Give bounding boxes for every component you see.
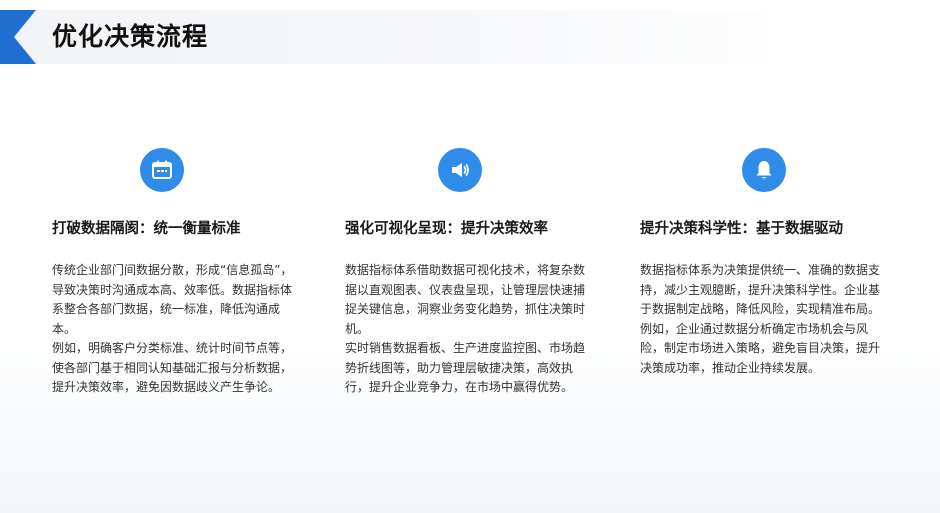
megaphone-icon [438, 148, 482, 192]
column-heading: 强化可视化呈现：提升决策效率 [345, 221, 548, 237]
body-paragraph: 数据指标体系为决策提供统一、准确的数据支持，减少主观臆断，提升决策科学性。企业基… [640, 263, 881, 316]
column-body: 传统企业部门间数据分散，形成“信息孤岛”，导致决策时沟通成本高、效率低。数据指标… [52, 261, 302, 398]
body-paragraph: 例如，明确客户分类标准、统计时间节点等，使各部门基于相同认知基础汇报与分析数据，… [52, 341, 293, 394]
column-heading: 打破数据隔阂：统一衡量标准 [52, 221, 241, 237]
column-body: 数据指标体系借助数据可视化技术，将复杂数据以直观图表、仪表盘呈现，让管理层快速捕… [345, 261, 595, 398]
title-arrow-decoration [0, 10, 36, 64]
page-title: 优化决策流程 [52, 22, 209, 51]
calendar-icon [140, 148, 184, 192]
body-paragraph: 传统企业部门间数据分散，形成“信息孤岛”，导致决策时沟通成本高、效率低。数据指标… [52, 263, 293, 336]
bell-icon [742, 148, 786, 192]
body-paragraph: 数据指标体系借助数据可视化技术，将复杂数据以直观图表、仪表盘呈现，让管理层快速捕… [345, 263, 586, 336]
column-body: 数据指标体系为决策提供统一、准确的数据支持，减少主观臆断，提升决策科学性。企业基… [640, 261, 890, 378]
body-paragraph: 例如，企业通过数据分析确定市场机会与风险，制定市场进入策略，避免盲目决策，提升决… [640, 321, 881, 375]
body-paragraph: 实时销售数据看板、生产进度监控图、市场趋势折线图等，助力管理层敏捷决策，高效执行… [345, 341, 586, 394]
column-heading: 提升决策科学性：基于数据驱动 [640, 221, 843, 237]
